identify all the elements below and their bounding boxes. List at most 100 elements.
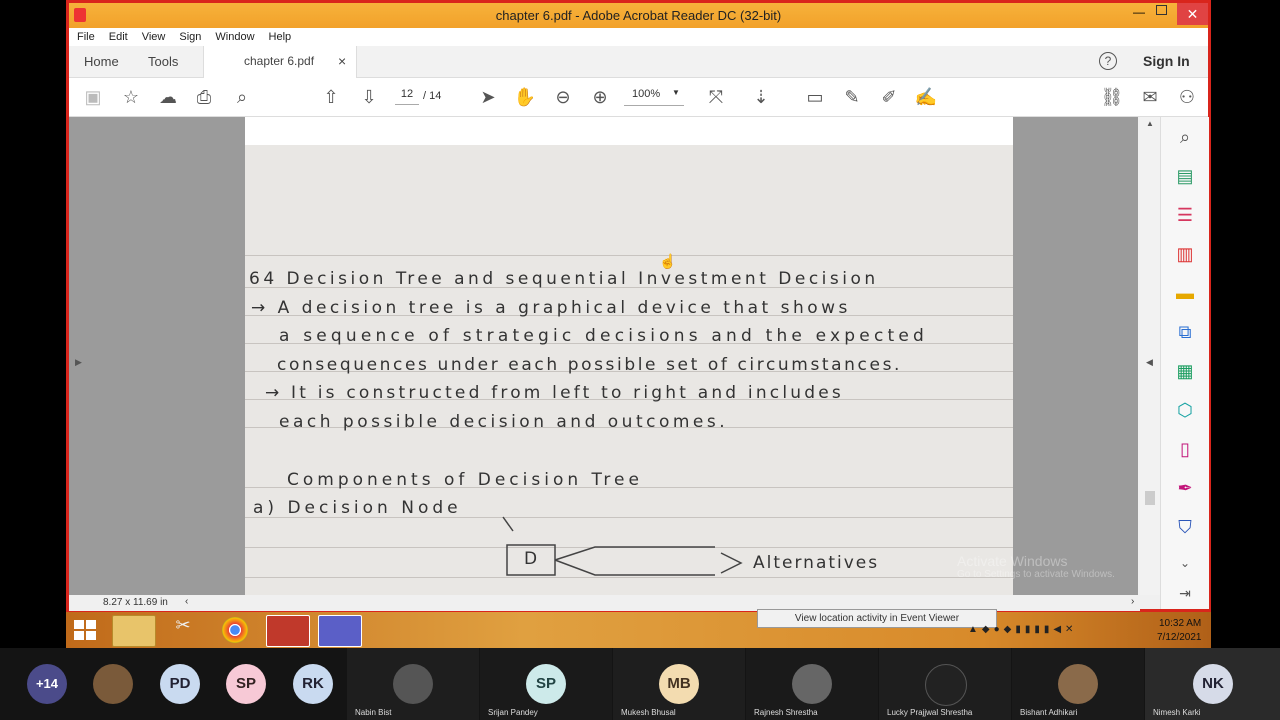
participant-name: Rajnesh Shrestha xyxy=(754,708,818,717)
zoom-tool-icon[interactable]: ⌕ xyxy=(1173,125,1197,149)
scroll-up-icon[interactable]: ▲ xyxy=(1146,119,1154,128)
scroll-mode-icon[interactable]: ⇣ xyxy=(749,85,773,109)
sign-in-link[interactable]: Sign In xyxy=(1143,46,1190,77)
title-bar: chapter 6.pdf - Adobe Acrobat Reader DC … xyxy=(69,3,1208,28)
organize-pages-icon[interactable]: ☰ xyxy=(1173,203,1197,227)
scroll-left-icon[interactable]: ‹ xyxy=(185,596,188,607)
zoom-in-icon[interactable]: ⊕ xyxy=(588,85,612,109)
alternatives-label: Alternatives xyxy=(753,553,880,573)
vertical-scrollbar[interactable]: ▲ ◀ xyxy=(1140,117,1160,595)
left-panel-toggle-icon[interactable]: ▶ xyxy=(75,357,82,368)
windows-start-icon[interactable] xyxy=(74,620,96,640)
page-total: / 14 xyxy=(423,90,442,102)
fill-sign-icon[interactable]: ✍ xyxy=(914,85,938,109)
tab-document[interactable]: chapter 6.pdf × xyxy=(203,46,357,78)
save-icon[interactable]: ▣ xyxy=(81,85,105,109)
comment-tool-icon[interactable]: ▬ xyxy=(1173,281,1197,305)
participant-tile[interactable]: MB Mukesh Bhusal xyxy=(613,648,745,720)
acrobat-taskbar-icon[interactable] xyxy=(266,615,310,647)
zoom-search-icon[interactable]: ⌕ xyxy=(230,85,254,109)
tab-bar: Home Tools chapter 6.pdf × ? Sign In xyxy=(69,46,1208,78)
decision-node-diagram xyxy=(502,516,743,576)
handwritten-line: consequences under each possible set of … xyxy=(277,355,903,375)
participant-tile[interactable]: Rajnesh Shrestha xyxy=(746,648,878,720)
participant-name: Mukesh Bhusal xyxy=(621,708,676,717)
tray-date: 7/12/2021 xyxy=(1157,632,1202,643)
add-user-icon[interactable]: ⚇ xyxy=(1175,85,1199,109)
participant-tile[interactable]: Nabin Bist xyxy=(347,648,479,720)
fill-and-sign-icon[interactable]: ✒ xyxy=(1173,476,1197,500)
send-review-icon[interactable]: ⬡ xyxy=(1173,398,1197,422)
create-pdf-icon[interactable]: ▤ xyxy=(1173,164,1197,188)
participant-avatar-rk[interactable]: RK xyxy=(293,664,333,704)
document-workspace[interactable]: ▶ 64 Decision Tree and sequential Invest… xyxy=(69,117,1138,595)
menu-edit[interactable]: Edit xyxy=(101,28,134,43)
tab-document-label: chapter 6.pdf xyxy=(244,54,315,68)
participant-avatar-photo[interactable] xyxy=(93,664,133,704)
combine-files-icon[interactable]: ⧉ xyxy=(1173,320,1197,344)
scroll-right-icon[interactable]: › xyxy=(1131,596,1134,607)
minimize-icon[interactable]: — xyxy=(1133,5,1145,19)
menu-file[interactable]: File xyxy=(69,28,101,43)
next-page-icon[interactable]: ⇩ xyxy=(357,85,381,109)
tray-time: 10:32 AM xyxy=(1159,618,1202,629)
participant-avatar-photo xyxy=(1058,664,1098,704)
zoom-out-icon[interactable]: ⊖ xyxy=(551,85,575,109)
help-icon[interactable]: ? xyxy=(1099,52,1117,70)
participant-avatar-photo xyxy=(792,664,832,704)
menu-window[interactable]: Window xyxy=(207,28,260,43)
hand-tool-icon[interactable]: ✋ xyxy=(513,85,537,109)
tab-home[interactable]: Home xyxy=(84,46,119,77)
share-link-icon[interactable]: ⛓ xyxy=(1100,85,1124,109)
pdf-page: 64 Decision Tree and sequential Investme… xyxy=(245,117,1013,595)
print-icon[interactable]: ⎙ xyxy=(192,85,216,109)
tab-close-icon[interactable]: × xyxy=(338,46,346,77)
snipping-tool-icon[interactable]: ✂ xyxy=(162,615,204,645)
system-tray-icons[interactable]: ▲◆●◆▮▮▮▮◀✕ xyxy=(968,624,1077,635)
menu-view[interactable]: View xyxy=(134,28,172,43)
participant-tile[interactable]: Bishant Adhikari xyxy=(1012,648,1144,720)
maximize-icon[interactable] xyxy=(1156,5,1167,15)
draw-icon[interactable]: ✐ xyxy=(877,85,901,109)
menu-help[interactable]: Help xyxy=(261,28,298,43)
handwritten-line: a sequence of strategic decisions and th… xyxy=(279,326,929,346)
scroll-thumb[interactable] xyxy=(1145,491,1155,505)
participant-tile[interactable]: NK Nimesh Karki xyxy=(1145,648,1280,720)
protect-shield-icon[interactable]: ⛉ xyxy=(1173,515,1197,539)
fit-page-icon[interactable]: ⤧ xyxy=(704,85,728,109)
handwritten-line: → A decision tree is a graphical device … xyxy=(251,298,851,318)
right-panel-toggle-icon[interactable]: ◀ xyxy=(1146,357,1153,368)
participant-tile[interactable]: Lucky Prajjwal Shrestha xyxy=(879,648,1011,720)
participant-avatar-sp[interactable]: SP xyxy=(226,664,266,704)
page-number-input[interactable]: 12 xyxy=(395,88,419,105)
participant-name: Srijan Pandey xyxy=(488,708,538,717)
more-tools-chevron-icon[interactable]: ⌄ xyxy=(1173,551,1197,575)
close-window-icon[interactable]: ✕ xyxy=(1177,3,1208,25)
select-arrow-icon[interactable]: ➤ xyxy=(476,85,500,109)
participant-tile[interactable]: SP Srijan Pandey xyxy=(480,648,612,720)
participant-avatar-pd[interactable]: PD xyxy=(160,664,200,704)
bookmark-star-icon[interactable]: ☆ xyxy=(119,85,143,109)
toolbar: ▣ ☆ ☁ ⎙ ⌕ ⇧ ⇩ 12 / 14 ➤ ✋ ⊖ ⊕ 100% ▼ ⤧ ⇣… xyxy=(69,78,1208,117)
chrome-icon[interactable] xyxy=(222,617,248,643)
zoom-level-select[interactable]: 100% ▼ xyxy=(624,88,684,106)
file-explorer-icon[interactable] xyxy=(112,615,156,647)
edit-pdf-icon[interactable]: ▯ xyxy=(1173,437,1197,461)
collapse-pane-icon[interactable]: ⇥ xyxy=(1173,581,1197,605)
email-icon[interactable]: ✉ xyxy=(1138,85,1162,109)
participant-avatar-photo xyxy=(925,664,967,706)
comment-icon[interactable]: ▭ xyxy=(803,85,827,109)
menu-sign[interactable]: Sign xyxy=(171,28,207,43)
participant-name: Lucky Prajjwal Shrestha xyxy=(887,708,973,717)
export-pdf-icon[interactable]: ▥ xyxy=(1173,242,1197,266)
participant-name: Bishant Adhikari xyxy=(1020,708,1078,717)
highlight-pen-icon[interactable]: ✎ xyxy=(840,85,864,109)
upload-cloud-icon[interactable]: ☁ xyxy=(156,85,180,109)
compare-icon[interactable]: ▦ xyxy=(1173,359,1197,383)
participant-avatar-initials: MB xyxy=(659,664,699,704)
tab-tools[interactable]: Tools xyxy=(148,46,178,77)
teams-icon[interactable] xyxy=(318,615,362,647)
more-participants-button[interactable]: +14 xyxy=(27,664,67,704)
ruled-line xyxy=(245,255,1013,256)
previous-page-icon[interactable]: ⇧ xyxy=(319,85,343,109)
